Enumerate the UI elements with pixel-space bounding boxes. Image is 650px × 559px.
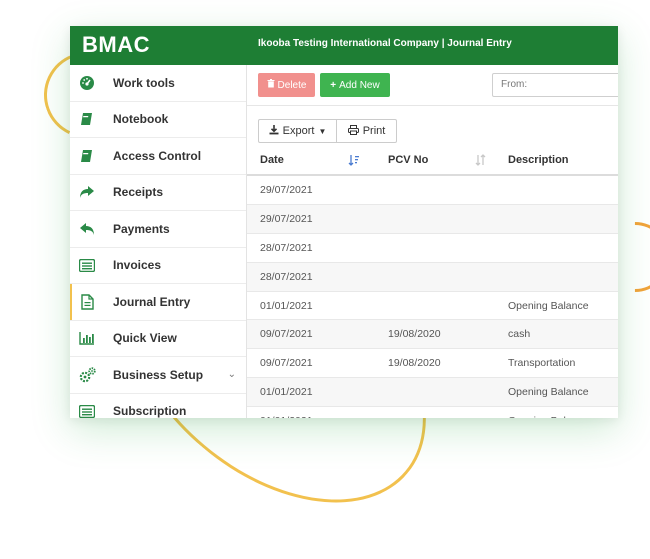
cell-description: Opening Balance xyxy=(508,406,618,418)
cell-description: Opening Balance xyxy=(508,377,618,407)
from-date-input[interactable]: From: xyxy=(492,73,618,97)
sidebar-item-access-control[interactable]: Access Control xyxy=(70,138,246,175)
sidebar-item-business-setup[interactable]: Business Setup ⌄ xyxy=(70,357,246,394)
sidebar-item-receipts[interactable]: Receipts xyxy=(70,175,246,211)
chevron-down-icon[interactable]: ⌄ xyxy=(228,369,236,380)
page-title: Ikooba Testing International Company | J… xyxy=(258,38,512,49)
column-header-description[interactable]: Description xyxy=(508,146,618,176)
delete-button[interactable]: Delete xyxy=(258,73,315,97)
main-content: Delete + Add New From: Export ▼ Print Da… xyxy=(247,65,618,418)
cell-description: cash xyxy=(508,319,618,349)
cell-pcv xyxy=(388,261,475,292)
book-icon xyxy=(70,149,104,163)
cell-date: 01/01/2021 xyxy=(247,377,348,407)
sidebar-item-label: Subscription xyxy=(113,404,187,418)
cell-description xyxy=(508,232,618,263)
caret-down-icon: ▼ xyxy=(318,126,327,136)
table-row[interactable]: 01/01/2021 Opening Balance xyxy=(247,377,618,407)
sidebar-item-label: Payments xyxy=(113,221,170,236)
cell-date: 09/07/2021 xyxy=(247,348,348,378)
print-label: Print xyxy=(362,125,386,137)
table-row[interactable]: 09/07/2021 19/08/2020 Transportation xyxy=(247,348,618,378)
cell-description xyxy=(508,203,618,234)
sidebar-item-label: Journal Entry xyxy=(113,294,191,309)
sidebar-item-label: Access Control xyxy=(113,148,202,163)
document-icon xyxy=(70,294,104,310)
cell-date: 29/07/2021 xyxy=(247,203,348,234)
sidebar-item-label: Business Setup xyxy=(113,367,204,382)
export-label: Export xyxy=(282,125,315,137)
cell-description: Opening Balance xyxy=(508,290,618,320)
sidebar-item-subscription[interactable]: Subscription xyxy=(70,394,246,418)
cell-pcv xyxy=(388,290,475,320)
download-icon xyxy=(269,124,279,138)
sidebar-item-quick-view[interactable]: Quick View xyxy=(70,321,246,357)
table-row[interactable]: 29/07/2021 xyxy=(247,203,618,234)
table-row[interactable]: 01/01/2021 Opening Balance xyxy=(247,290,618,320)
share-arrow-icon xyxy=(70,185,104,199)
journal-table: Date PCV No Description 29/07/2021 29/07… xyxy=(247,146,618,418)
trash-icon xyxy=(267,79,275,91)
list-card-icon xyxy=(70,404,104,418)
cell-pcv xyxy=(388,174,475,205)
cell-pcv xyxy=(388,377,475,407)
sidebar-item-label: Quick View xyxy=(113,331,177,346)
export-button[interactable]: Export ▼ xyxy=(258,119,337,143)
top-bar: BMAC Ikooba Testing International Compan… xyxy=(70,26,618,65)
cell-description xyxy=(508,261,618,292)
cell-date: 09/07/2021 xyxy=(247,319,348,349)
sort-icon[interactable] xyxy=(475,146,508,176)
sidebar-item-label: Work tools xyxy=(113,75,175,90)
dashboard-gauge-icon xyxy=(70,75,104,91)
column-header-pcv[interactable]: PCV No xyxy=(388,146,475,176)
cell-description xyxy=(508,174,618,205)
cell-pcv: 19/08/2020 xyxy=(388,348,475,378)
cell-pcv xyxy=(388,232,475,263)
divider xyxy=(247,105,618,106)
cell-date: 01/01/2021 xyxy=(247,290,348,320)
sidebar-item-invoices[interactable]: Invoices xyxy=(70,248,246,284)
bar-chart-icon xyxy=(70,331,104,345)
delete-label: Delete xyxy=(277,79,307,91)
sidebar: Work tools Notebook Access Control Recei… xyxy=(70,65,247,418)
sidebar-item-label: Notebook xyxy=(113,112,169,127)
sidebar-item-payments[interactable]: Payments xyxy=(70,211,246,248)
sidebar-item-work-tools[interactable]: Work tools xyxy=(70,65,246,102)
sidebar-item-label: Invoices xyxy=(113,258,162,273)
sidebar-item-journal-entry[interactable]: Journal Entry xyxy=(70,284,246,321)
cell-date: 28/07/2021 xyxy=(247,261,348,292)
reply-arrow-icon xyxy=(70,222,104,236)
app-window: BMAC Ikooba Testing International Compan… xyxy=(70,26,618,418)
cell-date: 28/07/2021 xyxy=(247,232,348,263)
table-row[interactable]: 28/07/2021 xyxy=(247,261,618,292)
cell-pcv xyxy=(388,406,475,418)
table-row[interactable]: 09/07/2021 19/08/2020 cash xyxy=(247,319,618,349)
notebook-icon xyxy=(70,112,104,126)
sidebar-item-label: Receipts xyxy=(113,185,164,200)
app-logo[interactable]: BMAC xyxy=(82,32,150,58)
cell-date: 29/07/2021 xyxy=(247,174,348,205)
cell-date: 01/01/2021 xyxy=(247,406,348,418)
table-row[interactable]: 28/07/2021 xyxy=(247,232,618,263)
table-header-row: Date PCV No Description xyxy=(247,146,618,176)
cell-pcv xyxy=(388,203,475,234)
add-new-label: Add New xyxy=(339,79,380,91)
printer-icon xyxy=(347,124,359,138)
plus-icon: + xyxy=(330,79,337,91)
sort-descending-icon[interactable] xyxy=(348,146,388,176)
column-header-date[interactable]: Date xyxy=(247,146,348,176)
gears-icon xyxy=(70,367,104,383)
table-row[interactable]: 01/01/2021 Opening Balance xyxy=(247,406,618,418)
cell-description: Transportation xyxy=(508,348,618,378)
cell-pcv: 19/08/2020 xyxy=(388,319,475,349)
add-new-button[interactable]: + Add New xyxy=(320,73,390,97)
list-card-icon xyxy=(70,258,104,272)
print-button[interactable]: Print xyxy=(336,119,397,143)
sidebar-item-notebook[interactable]: Notebook xyxy=(70,102,246,138)
table-row[interactable]: 29/07/2021 xyxy=(247,174,618,205)
